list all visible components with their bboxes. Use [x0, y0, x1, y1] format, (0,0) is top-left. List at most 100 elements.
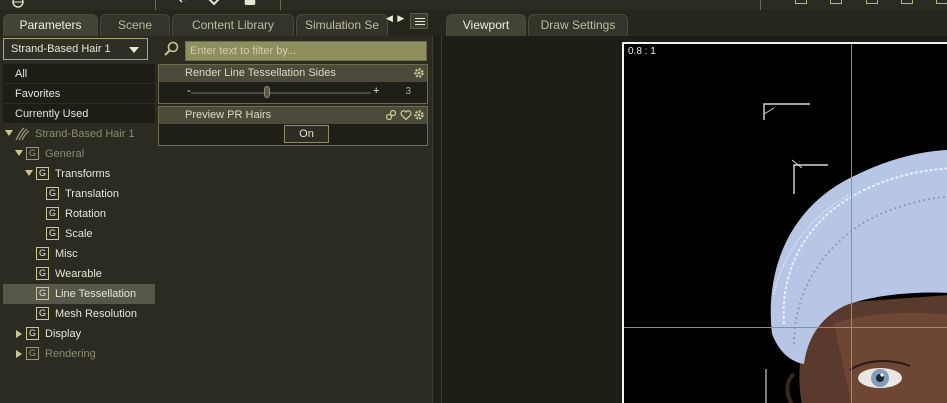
group-icon: G — [36, 247, 49, 260]
parameters-panel: Strand-Based Hair 1 All Favorites Curren… — [0, 36, 432, 403]
layout-button-icon[interactable] — [830, 0, 842, 4]
tree-item-label: Translation — [65, 188, 120, 200]
slider-track[interactable] — [191, 92, 371, 94]
layout-button-icon[interactable] — [866, 0, 878, 4]
tree-item-rotation[interactable]: G Rotation — [3, 204, 155, 224]
tree-item-line-tessellation[interactable]: G Line Tessellation — [3, 284, 155, 304]
toolbar-separator — [155, 0, 156, 10]
gear-icon[interactable] — [413, 109, 425, 121]
guide-line-horizontal — [624, 327, 947, 328]
layout-button-icon[interactable] — [901, 0, 913, 4]
tree-item-label: Line Tessellation — [55, 288, 137, 300]
slider-thumb[interactable] — [263, 86, 270, 98]
globe-icon[interactable] — [12, 0, 24, 8]
link-icon[interactable] — [385, 109, 397, 121]
menu-line-icon — [415, 21, 425, 22]
filter-all-label: All — [15, 68, 28, 80]
group-icon: G — [26, 327, 39, 340]
menu-line-icon — [415, 18, 425, 19]
tree-item-mesh-resolution[interactable]: G Mesh Resolution — [3, 304, 155, 324]
group-icon: G — [26, 347, 39, 360]
group-icon: G — [36, 287, 49, 300]
filter-currently-used-label: Currently Used — [15, 108, 89, 120]
param-label: Render Line Tessellation Sides — [159, 65, 427, 82]
tree-item-wearable[interactable]: G Wearable — [3, 264, 155, 284]
tree-item-misc[interactable]: G Misc — [3, 244, 155, 264]
group-icon: G — [36, 167, 49, 180]
tree-item-label: Mesh Resolution — [55, 308, 137, 320]
filter-favorites-label: Favorites — [15, 88, 61, 100]
parameter-list: Render Line Tessellation Sides - + 3 Pre… — [158, 64, 428, 148]
node-tool-icon[interactable] — [208, 0, 220, 8]
param-preview-pr-hairs: Preview PR Hairs On — [158, 106, 428, 146]
tab-viewport[interactable]: Viewport — [446, 14, 526, 36]
increment-button[interactable]: + — [373, 85, 379, 97]
guide-line-vertical — [851, 44, 852, 403]
tab-scroll-arrows[interactable]: ◀ ▶ — [386, 13, 405, 24]
gear-icon[interactable] — [413, 67, 425, 79]
layout-button-icon[interactable] — [795, 0, 807, 4]
group-icon: G — [46, 207, 59, 220]
chevron-down-icon — [129, 47, 139, 53]
node-selector-dropdown[interactable]: Strand-Based Hair 1 — [3, 38, 148, 60]
node-selector-value: Strand-Based Hair 1 — [11, 43, 111, 55]
slider-row: - + 3 — [159, 82, 427, 103]
tree-item-label: Scale — [65, 228, 93, 240]
decrement-button[interactable]: - — [187, 85, 191, 97]
property-tree: All Favorites Currently Used Strand-Base… — [3, 64, 155, 364]
tab-draw-settings[interactable]: Draw Settings — [528, 14, 628, 36]
heart-icon[interactable] — [400, 109, 412, 121]
tab-parameters[interactable]: Parameters — [3, 14, 98, 36]
viewport-tab-bar: Viewport Draw Settings — [442, 10, 947, 36]
scene-render — [763, 103, 947, 403]
expand-arrow-icon[interactable] — [16, 350, 22, 358]
tree-item-transforms[interactable]: G Transforms — [3, 164, 155, 184]
tree-item-label: Transforms — [55, 168, 111, 180]
tree-item-rendering[interactable]: G Rendering — [3, 344, 155, 364]
filter-input[interactable] — [185, 41, 427, 61]
top-toolbar — [0, 0, 947, 10]
transform-tool-icon[interactable] — [176, 0, 188, 8]
tree-item-label: Wearable — [55, 268, 102, 280]
expand-arrow-icon[interactable] — [16, 330, 22, 338]
tree-item-root[interactable]: Strand-Based Hair 1 — [3, 124, 155, 144]
toolbar-separator — [760, 0, 761, 10]
toolbar-separator — [280, 0, 281, 10]
tree-item-label: Rendering — [45, 348, 96, 360]
tree-item-label: Display — [45, 328, 82, 340]
slider-value[interactable]: 3 — [405, 86, 411, 97]
layout-button-icon[interactable] — [936, 0, 947, 4]
tree-item-label: General — [45, 148, 85, 160]
viewport[interactable]: 0.8 : 1 — [442, 36, 947, 403]
expand-arrow-icon[interactable] — [5, 130, 13, 136]
toggle-row: On — [159, 124, 427, 145]
camera-tool-icon[interactable] — [244, 0, 256, 8]
param-render-line-tessellation-sides: Render Line Tessellation Sides - + 3 — [158, 64, 428, 104]
tree-item-general[interactable]: G General — [3, 144, 155, 164]
tab-simulation-settings[interactable]: Simulation Se — [296, 14, 388, 36]
group-icon: G — [46, 227, 59, 240]
tree-item-scale[interactable]: G Scale — [3, 224, 155, 244]
tree-item-display[interactable]: G Display — [3, 324, 155, 344]
tab-scene[interactable]: Scene — [100, 14, 170, 36]
panel-splitter[interactable] — [432, 36, 442, 403]
expand-arrow-icon[interactable] — [15, 150, 23, 156]
expand-arrow-icon[interactable] — [25, 170, 33, 176]
filter-currently-used[interactable]: Currently Used — [3, 104, 155, 124]
group-icon: G — [36, 307, 49, 320]
render-frame: 0.8 : 1 — [622, 42, 947, 403]
search-icon[interactable] — [162, 40, 180, 58]
tab-content-library[interactable]: Content Library — [172, 14, 294, 36]
group-icon: G — [46, 187, 59, 200]
filter-all[interactable]: All — [3, 64, 155, 84]
preview-pr-hairs-toggle[interactable]: On — [284, 125, 329, 143]
menu-line-icon — [415, 24, 425, 25]
panel-menu-button[interactable] — [410, 13, 428, 29]
tree-item-translation[interactable]: G Translation — [3, 184, 155, 204]
group-icon: G — [26, 147, 39, 160]
tree-item-label: Misc — [55, 248, 78, 260]
filter-favorites[interactable]: Favorites — [3, 84, 155, 104]
group-icon: G — [36, 267, 49, 280]
tree-item-label: Rotation — [65, 208, 106, 220]
tree-item-label: Strand-Based Hair 1 — [35, 128, 135, 140]
